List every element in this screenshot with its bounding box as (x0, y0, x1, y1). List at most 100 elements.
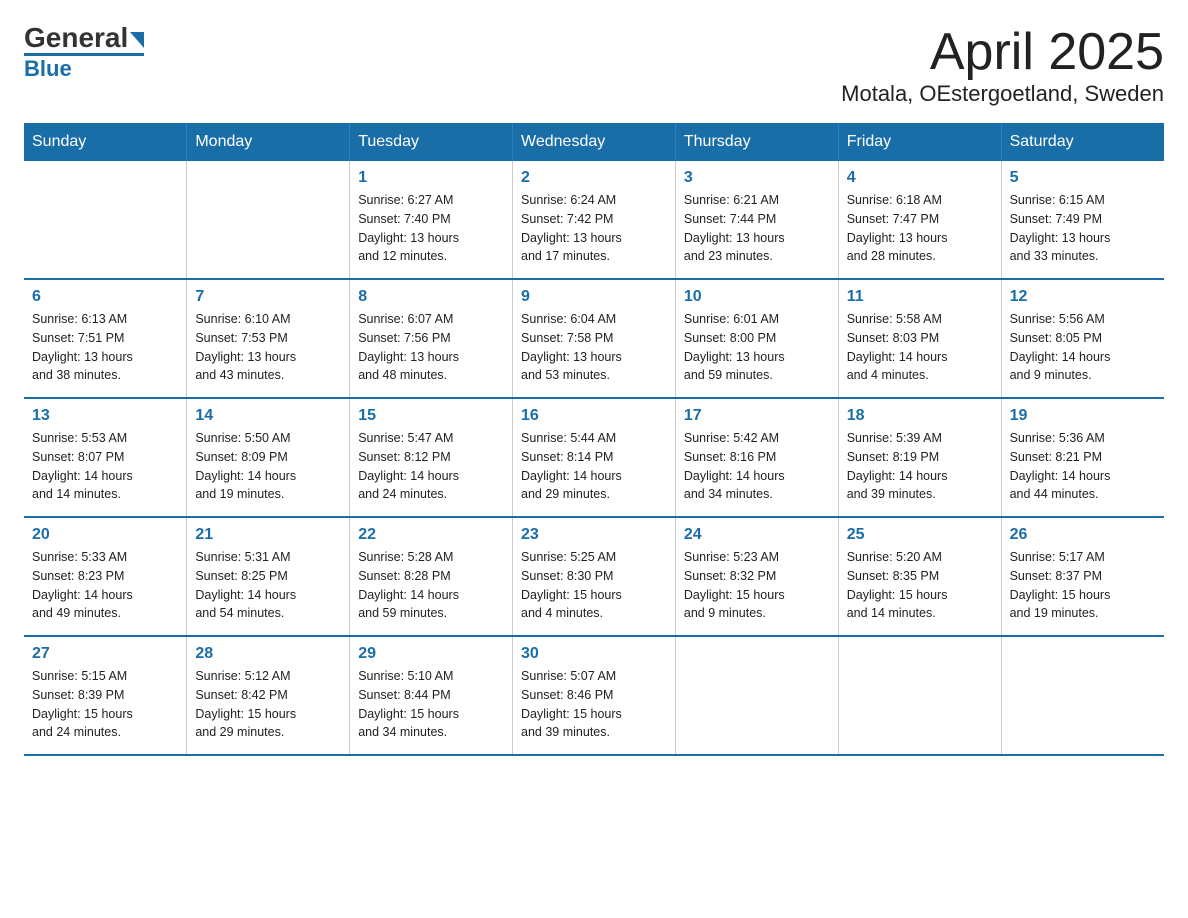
calendar-day-23: 23 Sunrise: 5:25 AMSunset: 8:30 PMDayligh… (513, 517, 676, 636)
day-info: Sunrise: 6:15 AMSunset: 7:49 PMDaylight:… (1010, 191, 1156, 266)
title-block: April 2025 Motala, OEstergoetland, Swede… (841, 24, 1164, 107)
day-number: 11 (847, 288, 993, 306)
day-number: 13 (32, 407, 178, 425)
weekday-header-saturday: Saturday (1001, 123, 1164, 161)
day-info: Sunrise: 5:31 AMSunset: 8:25 PMDaylight:… (195, 548, 341, 623)
weekday-header-thursday: Thursday (675, 123, 838, 161)
calendar-day-empty (24, 161, 187, 279)
calendar-day-12: 12 Sunrise: 5:56 AMSunset: 8:05 PMDayligh… (1001, 279, 1164, 398)
day-info: Sunrise: 5:47 AMSunset: 8:12 PMDaylight:… (358, 429, 504, 504)
day-number: 15 (358, 407, 504, 425)
weekday-header-wednesday: Wednesday (513, 123, 676, 161)
calendar-day-22: 22Sunrise: 5:28 AMSunset: 8:28 PMDayligh… (350, 517, 513, 636)
calendar-day-7: 7 Sunrise: 6:10 AMSunset: 7:53 PMDaylight… (187, 279, 350, 398)
day-info: Sunrise: 5:15 AMSunset: 8:39 PMDaylight:… (32, 667, 178, 742)
page-subtitle: Motala, OEstergoetland, Sweden (841, 81, 1164, 107)
day-info: Sunrise: 5:17 AMSunset: 8:37 PMDaylight:… (1010, 548, 1156, 623)
calendar-day-1: 1Sunrise: 6:27 AMSunset: 7:40 PMDaylight… (350, 161, 513, 279)
day-info: Sunrise: 5:36 AMSunset: 8:21 PMDaylight:… (1010, 429, 1156, 504)
page-header: General Blue April 2025 Motala, OEstergo… (24, 24, 1164, 107)
day-number: 12 (1010, 288, 1156, 306)
day-info: Sunrise: 5:25 AMSunset: 8:30 PMDaylight:… (521, 548, 667, 623)
calendar-day-5: 5 Sunrise: 6:15 AMSunset: 7:49 PMDaylight… (1001, 161, 1164, 279)
calendar-day-28: 28Sunrise: 5:12 AMSunset: 8:42 PMDayligh… (187, 636, 350, 755)
day-number: 30 (521, 645, 667, 663)
day-number: 28 (195, 645, 341, 663)
calendar-day-11: 11 Sunrise: 5:58 AMSunset: 8:03 PMDayligh… (838, 279, 1001, 398)
calendar-day-14: 14 Sunrise: 5:50 AMSunset: 8:09 PMDayligh… (187, 398, 350, 517)
logo-blue-text: Blue (24, 56, 72, 82)
calendar-day-26: 26 Sunrise: 5:17 AMSunset: 8:37 PMDayligh… (1001, 517, 1164, 636)
day-info: Sunrise: 6:01 AMSunset: 8:00 PMDaylight:… (684, 310, 830, 385)
day-info: Sunrise: 6:18 AMSunset: 7:47 PMDaylight:… (847, 191, 993, 266)
day-number: 2 (521, 169, 667, 187)
calendar-week-row: 6Sunrise: 6:13 AMSunset: 7:51 PMDaylight… (24, 279, 1164, 398)
calendar-day-6: 6Sunrise: 6:13 AMSunset: 7:51 PMDaylight… (24, 279, 187, 398)
calendar-header-row: SundayMondayTuesdayWednesdayThursdayFrid… (24, 123, 1164, 161)
day-number: 19 (1010, 407, 1156, 425)
day-number: 27 (32, 645, 178, 663)
day-number: 20 (32, 526, 178, 544)
day-number: 7 (195, 288, 341, 306)
calendar-day-empty (675, 636, 838, 755)
day-info: Sunrise: 5:39 AMSunset: 8:19 PMDaylight:… (847, 429, 993, 504)
day-number: 25 (847, 526, 993, 544)
weekday-header-friday: Friday (838, 123, 1001, 161)
calendar-day-30: 30Sunrise: 5:07 AMSunset: 8:46 PMDayligh… (513, 636, 676, 755)
calendar-day-3: 3Sunrise: 6:21 AMSunset: 7:44 PMDaylight… (675, 161, 838, 279)
calendar-day-8: 8 Sunrise: 6:07 AMSunset: 7:56 PMDaylight… (350, 279, 513, 398)
calendar-day-13: 13Sunrise: 5:53 AMSunset: 8:07 PMDayligh… (24, 398, 187, 517)
day-info: Sunrise: 6:21 AMSunset: 7:44 PMDaylight:… (684, 191, 830, 266)
day-number: 18 (847, 407, 993, 425)
calendar-day-29: 29Sunrise: 5:10 AMSunset: 8:44 PMDayligh… (350, 636, 513, 755)
calendar-day-15: 15 Sunrise: 5:47 AMSunset: 8:12 PMDayligh… (350, 398, 513, 517)
day-info: Sunrise: 5:50 AMSunset: 8:09 PMDaylight:… (195, 429, 341, 504)
day-info: Sunrise: 5:42 AMSunset: 8:16 PMDaylight:… (684, 429, 830, 504)
calendar-day-17: 17 Sunrise: 5:42 AMSunset: 8:16 PMDayligh… (675, 398, 838, 517)
day-number: 10 (684, 288, 830, 306)
calendar-table: SundayMondayTuesdayWednesdayThursdayFrid… (24, 123, 1164, 756)
day-info: Sunrise: 6:04 AMSunset: 7:58 PMDaylight:… (521, 310, 667, 385)
calendar-day-16: 16 Sunrise: 5:44 AMSunset: 8:14 PMDayligh… (513, 398, 676, 517)
day-number: 8 (358, 288, 504, 306)
day-number: 1 (358, 169, 504, 187)
calendar-day-27: 27 Sunrise: 5:15 AMSunset: 8:39 PMDayligh… (24, 636, 187, 755)
day-info: Sunrise: 5:20 AMSunset: 8:35 PMDaylight:… (847, 548, 993, 623)
day-info: Sunrise: 5:44 AMSunset: 8:14 PMDaylight:… (521, 429, 667, 504)
logo-general-text: General (24, 24, 144, 52)
calendar-week-row: 20 Sunrise: 5:33 AMSunset: 8:23 PMDayligh… (24, 517, 1164, 636)
day-number: 4 (847, 169, 993, 187)
day-info: Sunrise: 5:58 AMSunset: 8:03 PMDaylight:… (847, 310, 993, 385)
calendar-day-10: 10 Sunrise: 6:01 AMSunset: 8:00 PMDayligh… (675, 279, 838, 398)
calendar-day-empty (1001, 636, 1164, 755)
calendar-week-row: 13Sunrise: 5:53 AMSunset: 8:07 PMDayligh… (24, 398, 1164, 517)
day-number: 22 (358, 526, 504, 544)
day-number: 26 (1010, 526, 1156, 544)
day-number: 24 (684, 526, 830, 544)
calendar-day-25: 25 Sunrise: 5:20 AMSunset: 8:35 PMDayligh… (838, 517, 1001, 636)
day-info: Sunrise: 6:24 AMSunset: 7:42 PMDaylight:… (521, 191, 667, 266)
calendar-day-24: 24Sunrise: 5:23 AMSunset: 8:32 PMDayligh… (675, 517, 838, 636)
day-number: 9 (521, 288, 667, 306)
day-number: 5 (1010, 169, 1156, 187)
day-info: Sunrise: 6:10 AMSunset: 7:53 PMDaylight:… (195, 310, 341, 385)
day-number: 17 (684, 407, 830, 425)
calendar-week-row: 1Sunrise: 6:27 AMSunset: 7:40 PMDaylight… (24, 161, 1164, 279)
calendar-day-18: 18 Sunrise: 5:39 AMSunset: 8:19 PMDayligh… (838, 398, 1001, 517)
logo: General Blue (24, 24, 144, 82)
day-number: 23 (521, 526, 667, 544)
calendar-day-empty (187, 161, 350, 279)
day-number: 29 (358, 645, 504, 663)
day-number: 6 (32, 288, 178, 306)
calendar-day-9: 9 Sunrise: 6:04 AMSunset: 7:58 PMDaylight… (513, 279, 676, 398)
calendar-day-2: 2 Sunrise: 6:24 AMSunset: 7:42 PMDaylight… (513, 161, 676, 279)
day-info: Sunrise: 5:56 AMSunset: 8:05 PMDaylight:… (1010, 310, 1156, 385)
day-info: Sunrise: 5:33 AMSunset: 8:23 PMDaylight:… (32, 548, 178, 623)
weekday-header-sunday: Sunday (24, 123, 187, 161)
weekday-header-tuesday: Tuesday (350, 123, 513, 161)
day-info: Sunrise: 6:07 AMSunset: 7:56 PMDaylight:… (358, 310, 504, 385)
day-number: 16 (521, 407, 667, 425)
page-title: April 2025 (841, 24, 1164, 81)
weekday-header-monday: Monday (187, 123, 350, 161)
day-number: 14 (195, 407, 341, 425)
